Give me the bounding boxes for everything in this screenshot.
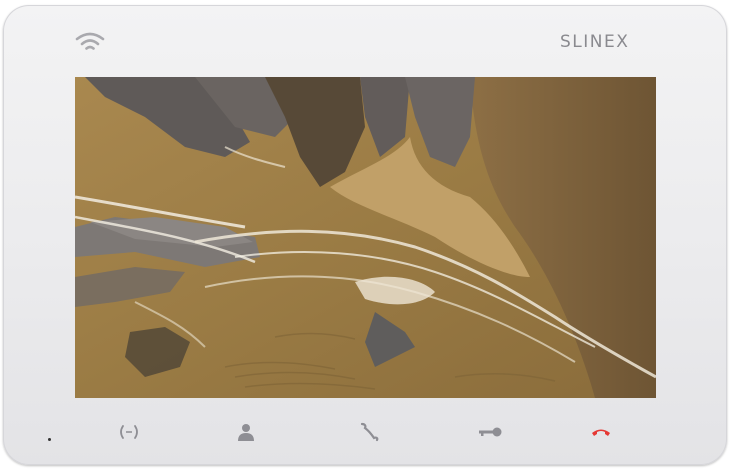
hangup-button[interactable] — [584, 415, 618, 449]
user-button[interactable] — [229, 415, 263, 449]
answer-button[interactable] — [352, 415, 386, 449]
key-icon — [479, 427, 502, 437]
phone-icon — [360, 422, 379, 442]
user-icon — [238, 424, 254, 441]
control-bar — [0, 415, 731, 455]
hangup-icon — [592, 429, 610, 436]
video-screen[interactable] — [75, 77, 656, 398]
monitor-button[interactable] — [112, 415, 146, 449]
unlock-button[interactable] — [473, 415, 507, 449]
video-feed-image — [75, 77, 656, 398]
brand-logo: SLINEX — [560, 32, 630, 52]
monitor-waves-icon — [120, 425, 138, 439]
wifi-icon — [75, 32, 105, 50]
